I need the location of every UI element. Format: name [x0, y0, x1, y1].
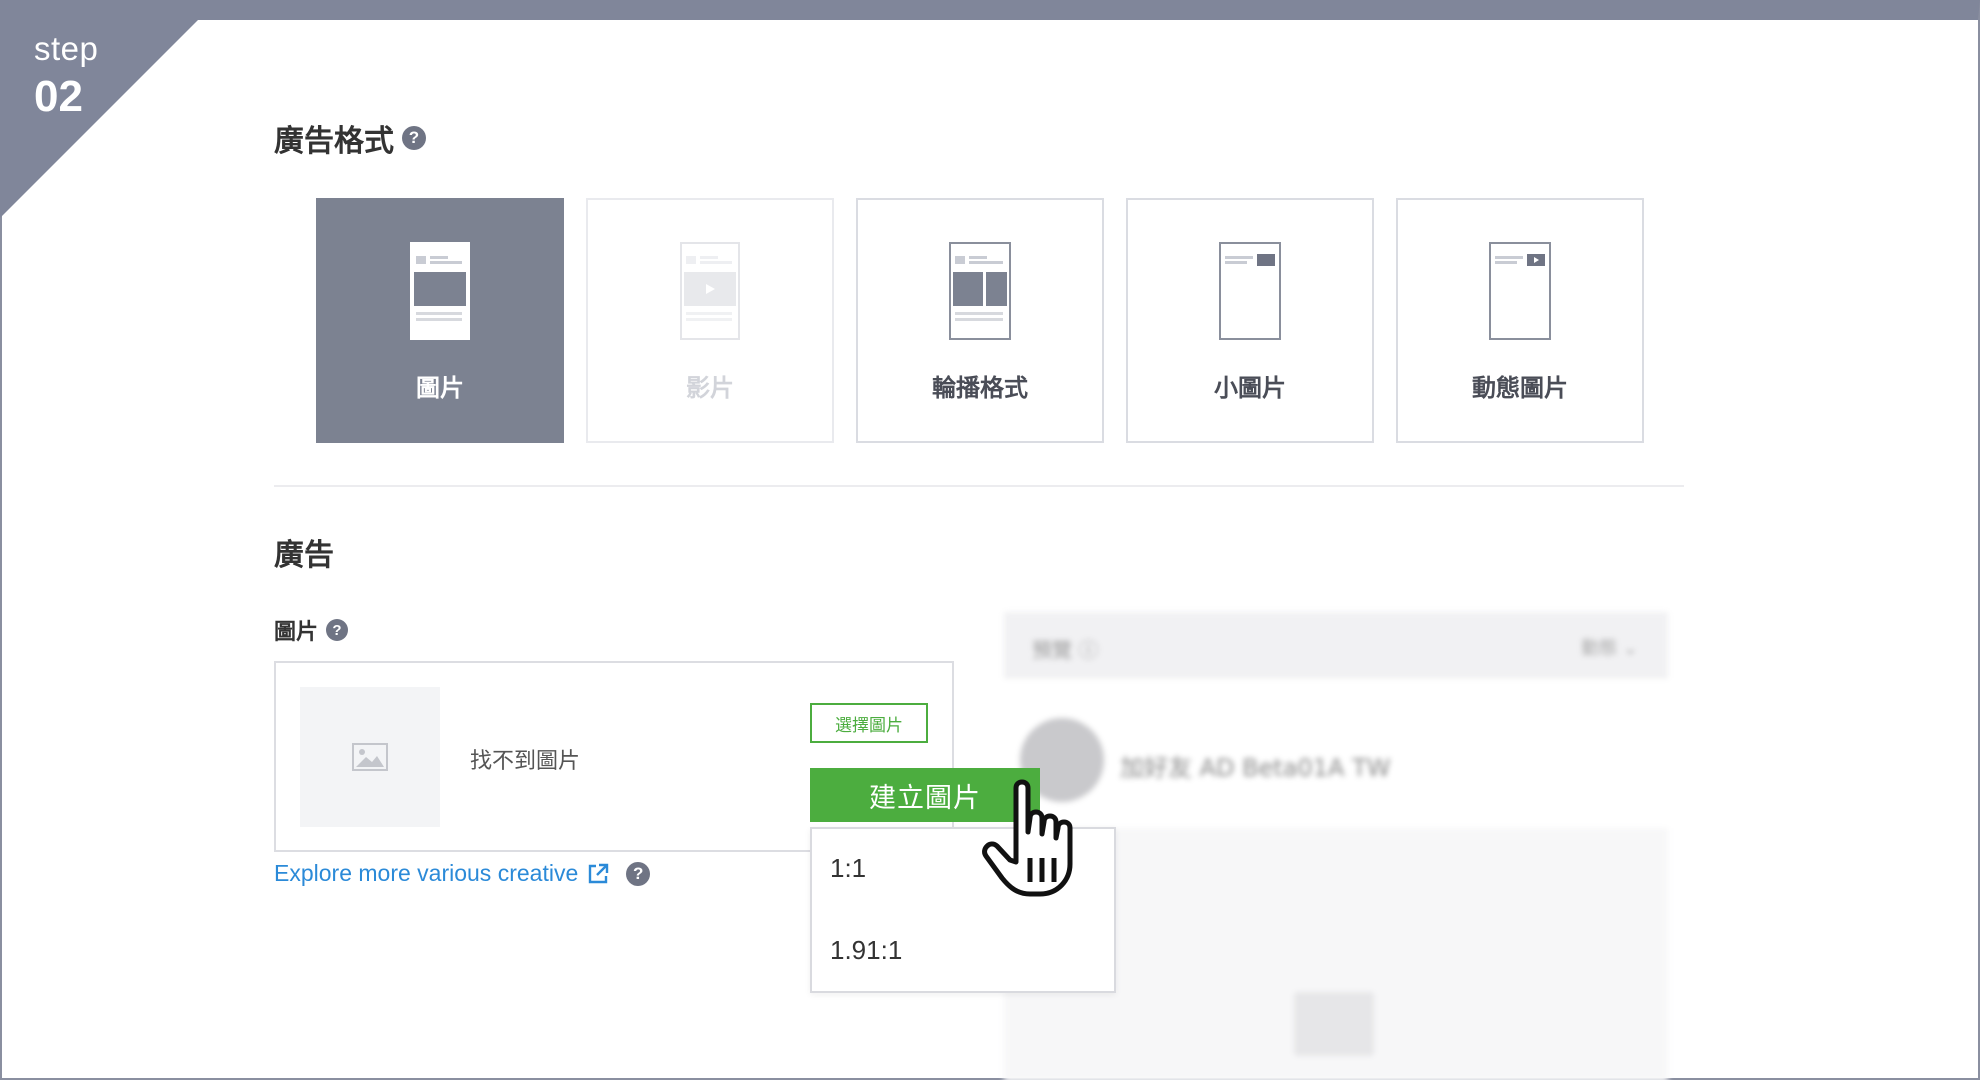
ratio-option-1-1[interactable]: 1:1 [830, 853, 866, 884]
format-title-text: 廣告格式 [274, 124, 394, 159]
preview-account-name: 加好友 AD Beta01A TW [1120, 754, 1391, 782]
preview-header-text: 預覽 ⓘ [1032, 638, 1099, 662]
ad-section-title: 廣告 [274, 530, 334, 574]
preview-mode-dropdown[interactable]: 動態 ⌄ [1581, 634, 1638, 660]
pointing-hand-cursor-icon [982, 779, 1073, 897]
help-icon[interactable]: ? [326, 619, 349, 641]
preview-header: 預覽 ⓘ 動態 ⌄ [1004, 612, 1668, 678]
help-icon[interactable]: ? [626, 861, 651, 886]
image-thumbnail-placeholder [300, 687, 440, 827]
image-field-label: 圖片 ? [274, 614, 349, 646]
external-link-icon[interactable] [586, 862, 610, 886]
video-format-icon [680, 242, 740, 340]
section-divider [274, 485, 1684, 487]
explore-creative-link[interactable]: Explore more various creative [274, 860, 578, 887]
step-badge-triangle [0, 0, 218, 218]
image-upload-box: 找不到圖片 選擇圖片 [274, 661, 954, 852]
format-card-row: 圖片 影片 輪播格式 小圖片 動態圖片 [316, 198, 1644, 443]
ratio-option-1-91-1[interactable]: 1.91:1 [830, 935, 902, 966]
format-card-label: 影片 [686, 374, 734, 402]
image-label-text: 圖片 [274, 620, 319, 645]
format-card-small-image[interactable]: 小圖片 [1126, 198, 1374, 443]
format-card-image[interactable]: 圖片 [316, 198, 564, 443]
no-image-text: 找不到圖片 [470, 749, 581, 774]
step-badge: step 02 [0, 0, 220, 220]
format-card-video[interactable]: 影片 [586, 198, 834, 443]
format-card-label: 輪播格式 [932, 374, 1028, 402]
format-card-label: 圖片 [416, 374, 464, 402]
format-card-animated-image[interactable]: 動態圖片 [1396, 198, 1644, 443]
format-card-label: 動態圖片 [1472, 374, 1568, 402]
format-card-carousel[interactable]: 輪播格式 [856, 198, 1104, 443]
image-placeholder-icon [352, 743, 388, 771]
format-section-title: 廣告格式 ? [274, 116, 426, 160]
small-image-format-icon [1219, 242, 1281, 340]
select-image-button[interactable]: 選擇圖片 [810, 703, 928, 743]
ad-title-text: 廣告 [274, 538, 334, 573]
step-word: step [34, 30, 99, 67]
explore-row: Explore more various creative ? [274, 860, 651, 887]
carousel-format-icon [949, 242, 1011, 340]
step-number: 02 [34, 72, 83, 121]
animated-image-format-icon [1489, 242, 1551, 340]
preview-image-placeholder-icon [1294, 992, 1374, 1056]
preview-account-row: 加好友 AD Beta01A TW [1004, 678, 1668, 828]
format-card-label: 小圖片 [1214, 374, 1286, 402]
help-icon[interactable]: ? [402, 126, 426, 150]
image-format-icon [410, 242, 470, 340]
